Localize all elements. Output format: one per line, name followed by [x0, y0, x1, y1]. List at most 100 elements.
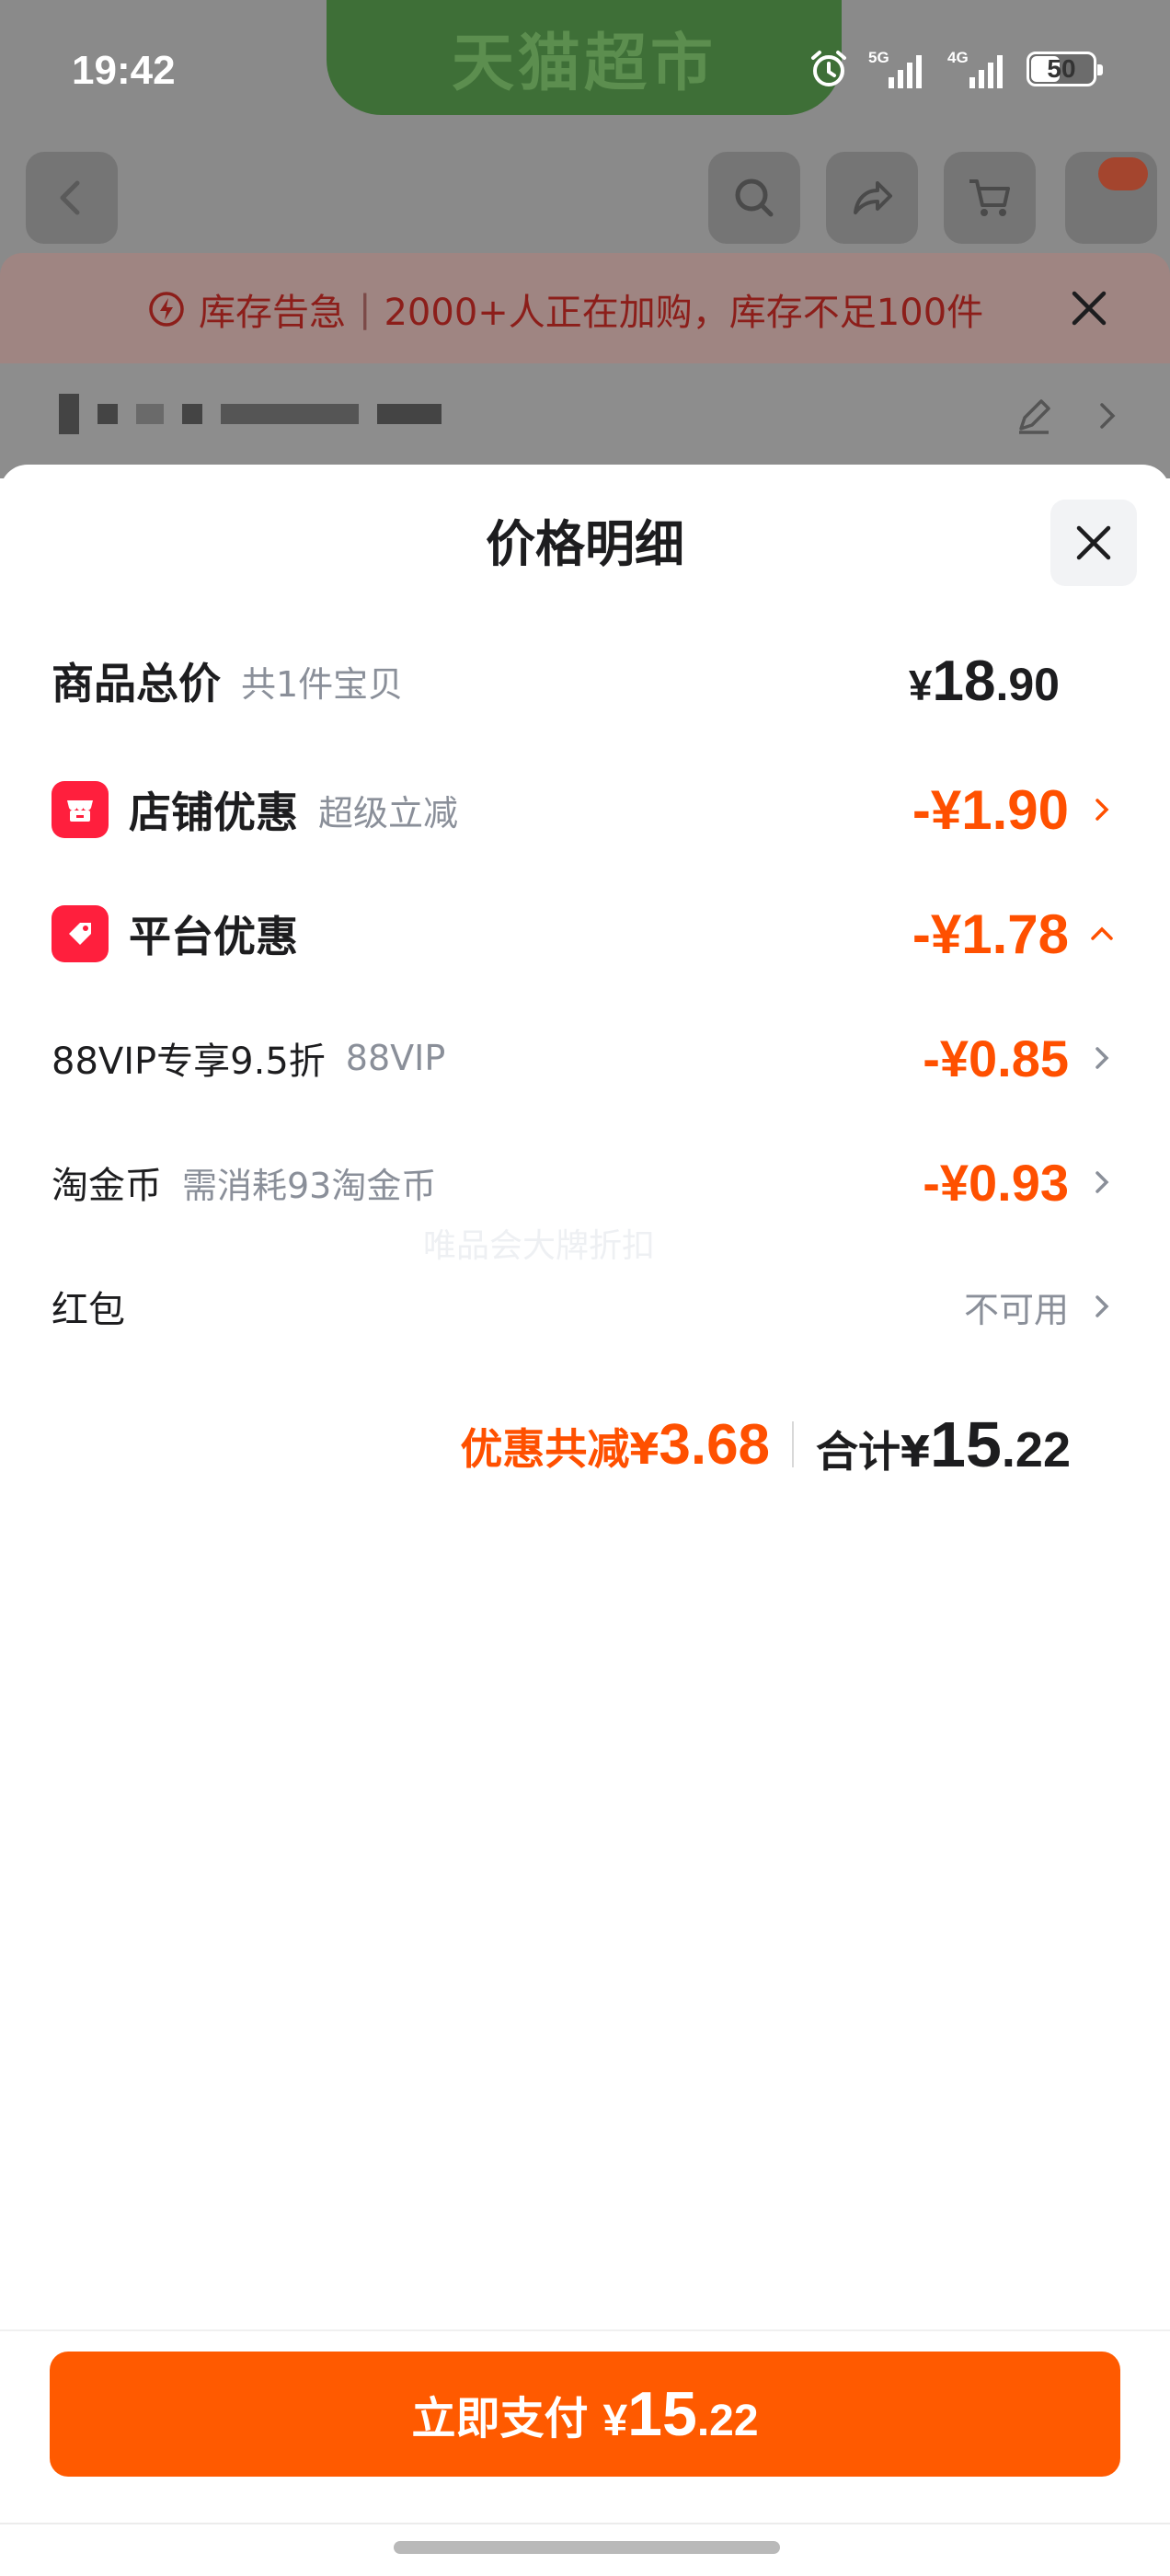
- vip-discount-note: 88VIP: [345, 1038, 446, 1078]
- sheet-close-button[interactable]: [1050, 500, 1137, 586]
- status-bar: 19:42 5G 4G 50: [0, 0, 1170, 147]
- vip-discount-labels: 88VIP专享9.5折 88VIP: [52, 1012, 445, 1104]
- stock-alert: 库存告急 | 2000+人正在加购，库存不足100件: [147, 282, 983, 336]
- red-packet-label: 红包: [52, 1289, 125, 1331]
- page: 天猫超市 19:42 5G 4G 50 库存告急 | 2000+人正在加购，库存…: [0, 0, 1170, 2576]
- edit-icon[interactable]: [1014, 396, 1054, 436]
- goods-total-label: 商品总价: [52, 659, 221, 708]
- address-redacted: [59, 394, 442, 434]
- goods-total-cents: .90: [995, 658, 1060, 710]
- red-packet-value: 不可用: [964, 1260, 1118, 1352]
- store-discount-label: 店铺优惠: [129, 788, 298, 837]
- alarm-icon: [808, 48, 850, 90]
- status-icons: 5G 4G 50: [808, 48, 1103, 90]
- pay-now-cents: .22: [696, 2397, 759, 2445]
- store-discount-labels: 店铺优惠 超级立减: [52, 764, 458, 856]
- red-packet-row[interactable]: 红包 不可用: [0, 1260, 1170, 1352]
- coin-discount-value: -¥0.93: [923, 1136, 1118, 1228]
- cart-icon: [969, 179, 1010, 216]
- goods-total-currency: ¥: [908, 661, 933, 709]
- summary-discount-value: 3.68: [659, 1412, 771, 1477]
- signal-5g-icon: 5G: [868, 48, 923, 90]
- signal-4g-icon: 4G: [942, 48, 1008, 90]
- lightning-icon: [149, 292, 184, 327]
- goods-total-price: ¥18.90: [909, 635, 1060, 727]
- network-label-1: 5G: [868, 49, 889, 66]
- summary-total-integer: 15: [930, 1409, 1002, 1480]
- footer-divider: [0, 2523, 1170, 2524]
- chevron-right-icon: [1085, 1290, 1118, 1323]
- battery-level: 50: [1047, 54, 1076, 83]
- summary-discount: 优惠共减¥3.68: [460, 1412, 770, 1478]
- goods-total-integer: 18: [932, 649, 996, 713]
- store-discount-value: -¥1.90: [912, 764, 1118, 856]
- goods-total-row: 商品总价 共1件宝贝 ¥18.90: [0, 635, 1170, 727]
- summary-divider: [792, 1421, 795, 1467]
- platform-discount-amount: -¥1.78: [912, 903, 1069, 965]
- pay-now-amount: ¥15.22: [602, 2378, 758, 2450]
- summary-total-cents: .22: [1001, 1422, 1071, 1478]
- red-packet-labels: 红包: [52, 1260, 125, 1352]
- vip-discount-value: -¥0.85: [923, 1012, 1118, 1104]
- network-label-2: 4G: [947, 49, 969, 66]
- stock-alert-label: 库存告急: [199, 292, 346, 334]
- platform-discount-label: 平台优惠: [129, 912, 298, 961]
- vip-discount-amount: -¥0.85: [923, 1029, 1069, 1087]
- search-icon: [735, 178, 774, 217]
- coin-discount-label: 淘金币: [52, 1165, 162, 1207]
- coin-discount-labels: 淘金币 需消耗93淘金币: [52, 1136, 436, 1228]
- more-icon: [1098, 157, 1148, 190]
- chevron-right-icon: [1100, 403, 1116, 429]
- back-button[interactable]: [26, 152, 118, 244]
- coin-discount-amount: -¥0.93: [923, 1153, 1069, 1212]
- share-icon: [854, 181, 892, 214]
- coin-discount-row[interactable]: 淘金币 需消耗93淘金币 -¥0.93: [0, 1136, 1170, 1228]
- price-summary: 优惠共减¥3.68 合计¥15.22: [460, 1403, 1071, 1486]
- pay-now-currency: ¥: [602, 2397, 628, 2445]
- background-overlay[interactable]: 天猫超市 19:42 5G 4G 50 库存告急 | 2000+人正在加购，库存…: [0, 0, 1170, 478]
- goods-total-amount: ¥18.90: [909, 649, 1060, 714]
- more-button[interactable]: [1065, 152, 1157, 244]
- home-indicator[interactable]: [394, 2541, 780, 2554]
- close-icon: [1076, 525, 1111, 560]
- sheet-title: 价格明细: [486, 515, 684, 573]
- store-discount-note: 超级立减: [318, 792, 459, 834]
- goods-total-note: 共1件宝贝: [241, 663, 404, 705]
- cart-button[interactable]: [944, 152, 1036, 244]
- platform-discount-value: -¥1.78: [912, 888, 1118, 980]
- address-actions: [1014, 396, 1124, 436]
- coin-discount-note: 需消耗93淘金币: [182, 1165, 437, 1206]
- coupon-tag-icon: [52, 905, 109, 962]
- share-button[interactable]: [826, 152, 918, 244]
- pay-now-integer: 15: [627, 2379, 697, 2449]
- pay-now-label: 立即支付: [411, 2393, 589, 2444]
- stock-alert-divider: |: [359, 288, 372, 330]
- back-icon: [60, 180, 80, 215]
- vip-discount-label: 88VIP专享9.5折: [52, 1041, 326, 1083]
- platform-discount-labels: 平台优惠: [52, 888, 298, 980]
- store-discount-amount: -¥1.90: [912, 778, 1069, 841]
- price-detail-sheet: 价格明细 商品总价 共1件宝贝 ¥18.90 店铺优惠 超级立减 -¥1.90 …: [0, 465, 1170, 2576]
- stock-alert-message: 2000+人正在加购，库存不足100件: [384, 292, 984, 334]
- bottom-divider: [0, 2329, 1170, 2331]
- goods-total-labels: 商品总价 共1件宝贝: [52, 635, 403, 727]
- status-time: 19:42: [72, 48, 176, 93]
- stock-alert-bar: 库存告急 | 2000+人正在加购，库存不足100件: [0, 253, 1170, 363]
- pay-now-button[interactable]: 立即支付 ¥15.22: [50, 2352, 1120, 2477]
- top-nav-bar: [0, 152, 1170, 253]
- vip-discount-row[interactable]: 88VIP专享9.5折 88VIP -¥0.85: [0, 1012, 1170, 1104]
- chevron-right-icon: [1085, 1166, 1118, 1199]
- close-icon: [1072, 291, 1107, 326]
- store-icon: [52, 781, 109, 838]
- store-discount-row[interactable]: 店铺优惠 超级立减 -¥1.90: [0, 764, 1170, 856]
- summary-total: 合计¥15.22: [816, 1408, 1071, 1481]
- stock-alert-close-button[interactable]: [1056, 275, 1122, 341]
- chevron-up-icon[interactable]: [1085, 917, 1118, 950]
- red-packet-status: 不可用: [963, 1289, 1069, 1330]
- summary-total-label: 合计¥: [816, 1427, 931, 1477]
- battery-icon: 50: [1027, 52, 1103, 86]
- chevron-right-icon: [1085, 1041, 1118, 1075]
- search-button[interactable]: [708, 152, 800, 244]
- platform-discount-row[interactable]: 平台优惠 -¥1.78: [0, 888, 1170, 980]
- summary-discount-label: 优惠共减¥: [460, 1423, 660, 1474]
